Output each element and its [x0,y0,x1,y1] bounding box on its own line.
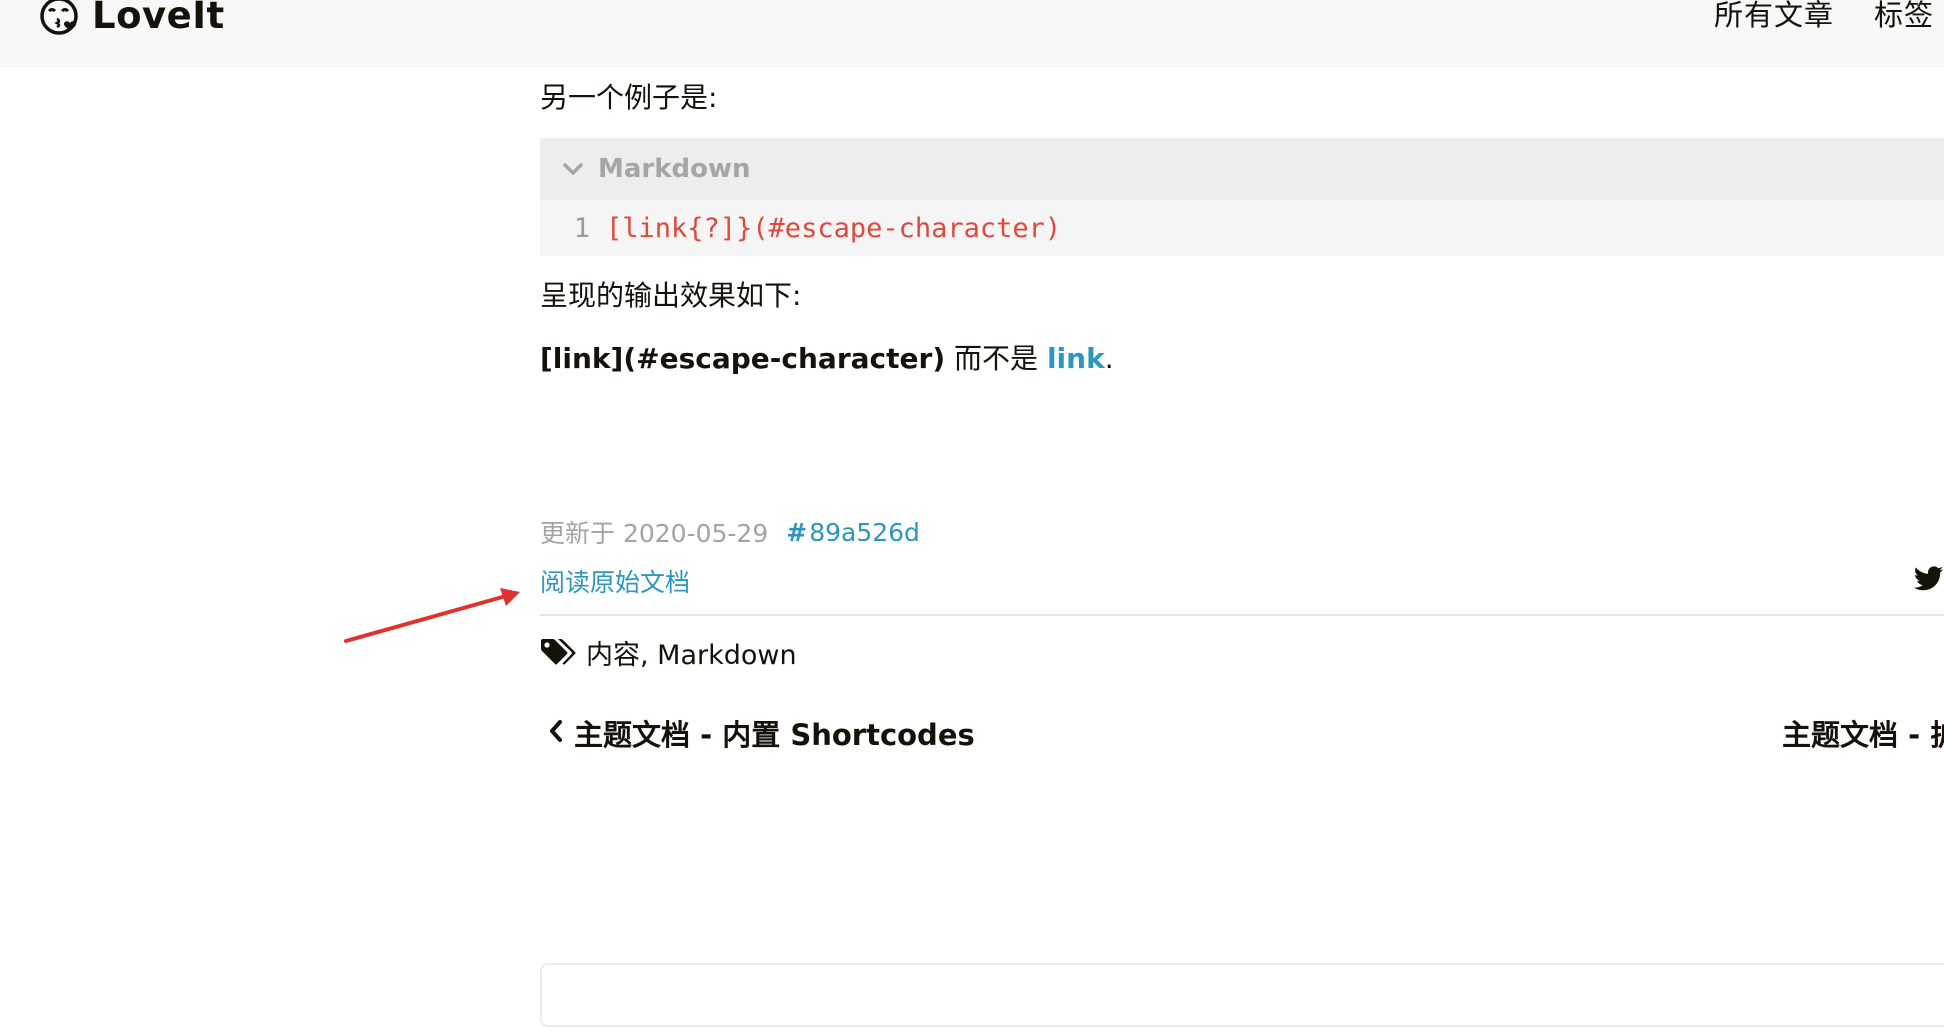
prev-post-title: 主题文档 - 内置 Shortcodes [574,718,975,752]
output-intro: 呈现的输出效果如下: [540,279,802,312]
view-raw-document-link[interactable]: 阅读原始文档 [540,563,690,599]
code-line: 1 [link{?]}(#escape-character) [540,200,1944,256]
site-logo[interactable]: LoveIt [38,0,225,37]
updated-date: 更新于 2020-05-29 [540,519,769,548]
main-nav: 所有文章 标签 [1714,0,1944,34]
example-intro: 另一个例子是: [540,81,718,114]
post-meta: 更新于 2020-05-29 #89a526d [540,514,920,550]
post-footer-divider [540,614,1944,616]
code-text: [link{?]}(#escape-character) [606,212,1062,244]
logo-kiss-icon [38,0,80,37]
tags-icon [540,638,576,668]
commit-hash-link[interactable]: #89a526d [786,518,920,547]
hash-icon: # [786,517,808,547]
output-middle-text: 而不是 [945,342,1047,375]
nav-item-all-posts[interactable]: 所有文章 [1714,0,1834,34]
prev-post-link[interactable]: 主题文档 - 内置 Shortcodes [548,712,975,754]
output-end-text: . [1104,342,1114,375]
chevron-left-icon [548,716,564,750]
tags-list[interactable]: 内容, Markdown [586,633,797,672]
code-block: Markdown 1 [link{?]}(#escape-character) [540,138,1944,256]
code-block-header[interactable]: Markdown [540,138,1944,200]
output-result: [link](#escape-character) 而不是 link. [540,339,1114,379]
comment-box[interactable] [540,963,1944,1027]
site-header: LoveIt 所有文章 标签 [0,0,1944,68]
next-post-link[interactable]: 主题文档 - 扩 [1782,712,1944,754]
logo-text: LoveIt [92,0,225,37]
nav-item-tags[interactable]: 标签 [1874,0,1934,34]
chevron-down-icon [562,158,584,180]
escaped-link-text: [link](#escape-character) [540,342,946,375]
post-tags: 内容, Markdown [540,633,797,672]
code-language-label: Markdown [598,154,751,184]
line-number: 1 [573,212,590,244]
rendered-link[interactable]: link [1047,342,1105,375]
commit-hash: 89a526d [809,517,920,547]
twitter-icon[interactable] [1914,566,1944,597]
